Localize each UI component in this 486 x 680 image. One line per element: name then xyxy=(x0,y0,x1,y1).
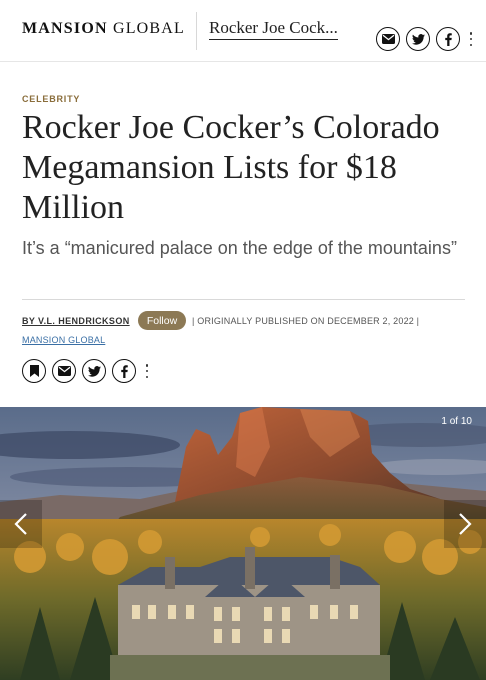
header-email-button[interactable] xyxy=(376,27,400,51)
photo-gallery[interactable]: 1 of 10 xyxy=(0,407,486,680)
bookmark-icon xyxy=(29,365,39,377)
published-date: | ORIGINALLY PUBLISHED ON DECEMBER 2, 20… xyxy=(192,316,420,326)
twitter-icon xyxy=(411,33,425,45)
share-facebook-button[interactable] xyxy=(112,359,136,383)
divider xyxy=(22,299,465,300)
more-vertical-icon[interactable] xyxy=(144,364,150,378)
top-bar: MANSION GLOBAL Rocker Joe Cock... xyxy=(0,0,486,62)
twitter-icon xyxy=(87,365,101,377)
chevron-left-icon xyxy=(14,513,27,535)
bookmark-button[interactable] xyxy=(22,359,46,383)
article-headline: Rocker Joe Cocker’s Colorado Megamansion… xyxy=(22,109,440,226)
gallery-next-button[interactable] xyxy=(444,500,486,548)
source-link[interactable]: MANSION GLOBAL xyxy=(22,335,105,345)
email-icon xyxy=(381,34,395,44)
gallery-counter: 1 of 10 xyxy=(441,416,472,427)
facebook-icon xyxy=(120,364,128,378)
gallery-prev-button[interactable] xyxy=(0,500,42,548)
share-twitter-button[interactable] xyxy=(82,359,106,383)
header-facebook-button[interactable] xyxy=(436,27,460,51)
facebook-icon xyxy=(444,32,452,46)
chevron-right-icon xyxy=(459,513,472,535)
more-vertical-icon[interactable] xyxy=(468,32,474,46)
email-icon xyxy=(57,366,71,376)
header-twitter-button[interactable] xyxy=(406,27,430,51)
share-email-button[interactable] xyxy=(52,359,76,383)
hero-photo xyxy=(0,407,486,680)
header-divider xyxy=(196,12,197,50)
brand-logo-bold: MANSION xyxy=(22,20,108,37)
category-label[interactable]: CELEBRITY xyxy=(22,94,80,104)
brand-logo[interactable]: MANSION GLOBAL xyxy=(22,20,185,38)
brand-logo-light: GLOBAL xyxy=(112,20,186,37)
author-byline[interactable]: BY V.L. HENDRICKSON xyxy=(22,316,130,326)
article-dek: It’s a “manicured palace on the edge of … xyxy=(22,238,457,258)
follow-button[interactable]: Follow xyxy=(138,311,186,330)
header-article-title[interactable]: Rocker Joe Cock... xyxy=(209,18,338,40)
